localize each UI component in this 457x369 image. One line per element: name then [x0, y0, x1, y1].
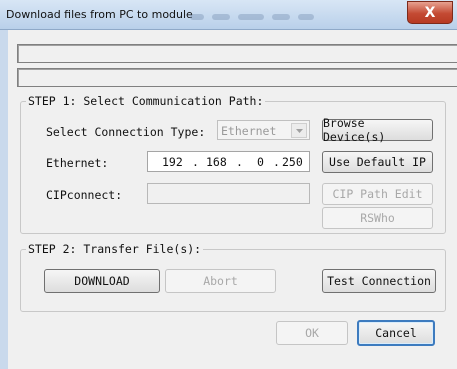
cancel-button[interactable]: Cancel	[357, 320, 435, 346]
ip-octet-2[interactable]: 168	[206, 155, 227, 169]
connection-type-select[interactable]: Ethernet	[217, 120, 310, 140]
close-button[interactable]: X	[407, 1, 453, 24]
window-title: Download files from PC to module	[6, 8, 193, 21]
browse-devices-button[interactable]: Browse Device(s)	[322, 116, 433, 144]
use-default-ip-button[interactable]: Use Default IP	[322, 151, 433, 173]
ip-separator: .	[192, 155, 199, 169]
ip-octet-1[interactable]: 192	[162, 155, 183, 169]
cip-path-edit-button[interactable]: CIP Path Edit	[322, 183, 433, 205]
combo-arrow-button[interactable]	[291, 123, 307, 138]
download-dialog: Download files from PC to module X STEP …	[0, 0, 457, 369]
status-line-1	[17, 44, 457, 63]
ip-octet-3[interactable]: 0	[257, 155, 264, 169]
download-button[interactable]: DOWNLOAD	[44, 269, 160, 293]
ethernet-label: Ethernet:	[46, 156, 109, 170]
test-connection-button[interactable]: Test Connection	[322, 269, 436, 293]
ip-separator: .	[236, 155, 243, 169]
step2-legend: STEP 2: Transfer File(s):	[28, 242, 202, 256]
cipconnect-field[interactable]	[147, 183, 310, 204]
connection-type-value: Ethernet	[221, 124, 277, 138]
close-icon: X	[424, 4, 436, 21]
cipconnect-label: CIPconnect:	[46, 188, 123, 202]
rswho-button[interactable]: RSWho	[322, 207, 433, 229]
ip-separator: .	[273, 155, 280, 169]
background-menu-ghost	[190, 9, 385, 20]
window-frame-left	[0, 30, 8, 369]
status-line-2	[17, 68, 457, 87]
connection-type-label: Select Connection Type:	[46, 125, 206, 139]
chevron-down-icon	[296, 129, 303, 133]
ip-octet-4[interactable]: 250	[282, 155, 303, 169]
step1-legend: STEP 1: Select Communication Path:	[28, 94, 264, 108]
ip-address-field[interactable]: 192 . 168 . 0 . 250	[147, 151, 310, 172]
ok-button[interactable]: OK	[276, 321, 348, 345]
title-bar[interactable]: Download files from PC to module X	[0, 0, 457, 30]
abort-button[interactable]: Abort	[165, 269, 276, 293]
